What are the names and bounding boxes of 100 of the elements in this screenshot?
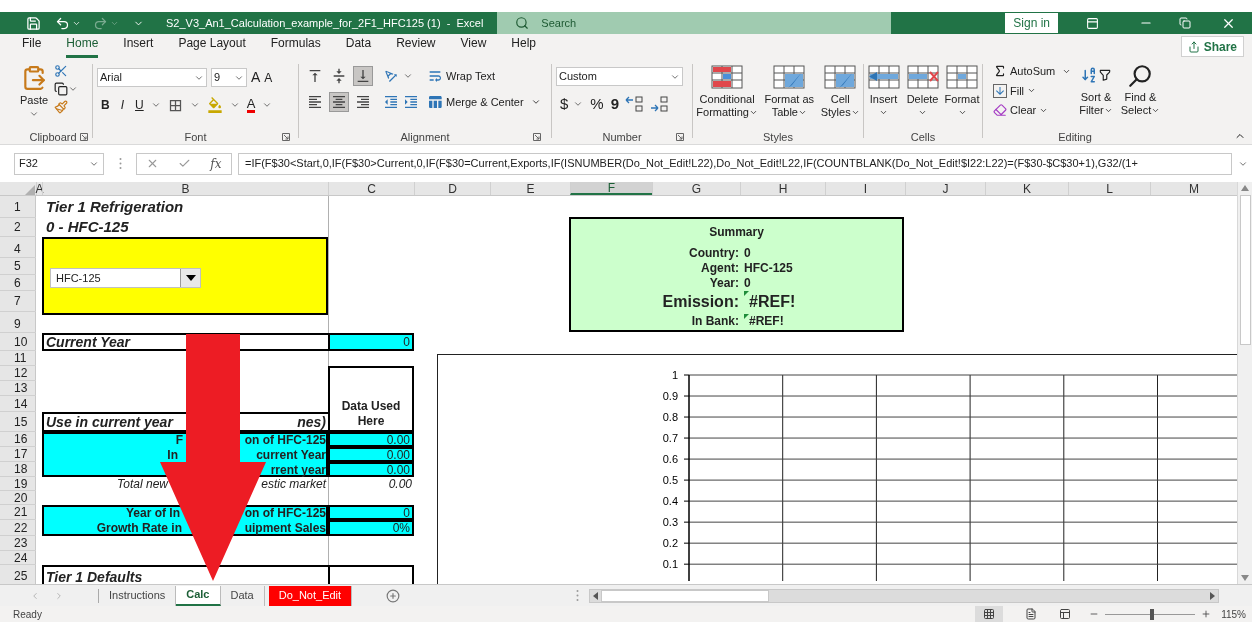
row-header[interactable]: 16 <box>0 432 36 447</box>
sort-filter-button[interactable]: Sort & Filter <box>1079 63 1113 130</box>
row-header[interactable]: 2 <box>0 218 36 237</box>
style-button[interactable]: Conditional Formatting <box>696 64 758 130</box>
comma-style-button[interactable]: 9 <box>610 93 620 116</box>
paste-button[interactable]: Paste <box>20 64 49 130</box>
dialog-launcher-icon[interactable] <box>282 133 290 141</box>
row-header[interactable]: 1 <box>0 196 36 218</box>
page-layout-view-icon[interactable] <box>1025 608 1038 620</box>
row-header[interactable]: 18 <box>0 462 36 477</box>
row-header[interactable]: 7 <box>0 291 36 312</box>
formula-field[interactable]: =IF(F$30<Start,0,IF(F$30>Current,0,IF(F$30=Current,Exports,IF(ISNUMBER(Do_Not_Edit!L22),Do_Not_Edit!L22,IF(COUNTBLANK(Do_Not_Edit!$I22:L22)=(F$30-$C$30+1),G32/(1+ <box>238 152 1232 175</box>
row-header[interactable]: 13 <box>0 381 36 396</box>
column-header[interactable]: L <box>1068 182 1150 195</box>
row-header[interactable]: 4 <box>0 240 36 258</box>
name-box[interactable]: F32 <box>14 152 104 175</box>
style-button[interactable]: Cell Styles <box>820 64 860 130</box>
column-header[interactable]: K <box>985 182 1068 195</box>
autosum-button[interactable]: AutoSum <box>993 63 1072 80</box>
decrease-decimal-icon[interactable] <box>649 95 670 114</box>
add-sheet-icon[interactable] <box>386 588 401 603</box>
decrease-font-button[interactable]: A <box>264 68 273 87</box>
save-icon[interactable] <box>26 15 41 31</box>
row-header[interactable]: 5 <box>0 258 36 275</box>
font-size-dropdown[interactable]: 9 <box>211 68 247 87</box>
scrollbar-thumb[interactable] <box>1239 195 1251 345</box>
scrollbar-thumb[interactable] <box>601 589 770 602</box>
dialog-launcher-icon[interactable] <box>80 133 88 141</box>
ribbon-display-icon[interactable] <box>1086 16 1099 30</box>
column-header[interactable]: D <box>414 182 490 195</box>
menu-tab[interactable]: Insert <box>123 34 154 58</box>
menu-tab[interactable]: Data <box>345 34 372 58</box>
percent-button[interactable]: % <box>590 93 604 116</box>
cells-button[interactable]: Delete <box>905 64 940 130</box>
row-header[interactable]: 11 <box>0 351 36 366</box>
menu-tab[interactable]: Review <box>396 34 436 58</box>
menu-tab[interactable]: Page Layout <box>178 34 246 58</box>
column-header[interactable]: G <box>652 182 740 195</box>
align-center-icon[interactable] <box>329 92 349 112</box>
clear-button[interactable]: Clear <box>993 102 1072 119</box>
scroll-left-icon[interactable] <box>593 591 599 600</box>
dialog-launcher-icon[interactable] <box>533 133 541 141</box>
column-header[interactable]: F <box>570 182 652 195</box>
align-bottom-icon[interactable] <box>353 66 373 86</box>
italic-button[interactable]: I <box>120 96 124 114</box>
page-break-view-icon[interactable] <box>1059 608 1072 620</box>
row-header[interactable]: 19 <box>0 477 36 491</box>
undo-icon[interactable] <box>55 15 70 31</box>
menu-tab[interactable]: Help <box>511 34 536 58</box>
row-header[interactable]: 15 <box>0 412 36 432</box>
find-select-button[interactable]: Find & Select <box>1120 63 1161 130</box>
column-header[interactable]: C <box>328 182 414 195</box>
row-header[interactable]: 23 <box>0 536 36 551</box>
font-name-dropdown[interactable]: Arial <box>97 68 207 87</box>
bold-button[interactable]: B <box>101 96 110 114</box>
style-button[interactable]: Format as Table <box>764 64 815 130</box>
row-header[interactable]: 14 <box>0 396 36 412</box>
zoom-in-icon[interactable] <box>1201 609 1212 619</box>
row-header[interactable]: 21 <box>0 505 36 520</box>
share-button[interactable]: Share <box>1180 36 1244 57</box>
increase-decimal-icon[interactable] <box>624 95 645 114</box>
orientation-icon[interactable] <box>383 68 399 84</box>
menu-tab[interactable]: View <box>460 34 487 58</box>
dialog-launcher-icon[interactable] <box>676 133 684 141</box>
sheet-tab[interactable]: Do_Not_Edit <box>268 585 353 606</box>
row-header[interactable]: 20 <box>0 491 36 505</box>
cells-button[interactable]: Format <box>944 64 980 130</box>
column-header[interactable]: J <box>905 182 985 195</box>
font-color-button[interactable]: A <box>246 97 256 113</box>
copy-icon[interactable] <box>54 82 69 96</box>
scroll-up-icon[interactable] <box>1241 185 1249 191</box>
decrease-indent-icon[interactable] <box>383 94 399 110</box>
wrap-text-button[interactable]: Wrap Text <box>427 68 541 85</box>
fill-color-icon[interactable] <box>206 97 223 113</box>
cells-button[interactable]: Insert <box>866 64 901 130</box>
agent-dropdown[interactable]: HFC-125 <box>50 268 201 288</box>
row-header[interactable]: 12 <box>0 366 36 381</box>
increase-font-button[interactable]: A <box>251 67 261 88</box>
cut-icon[interactable] <box>54 64 69 78</box>
menu-tab[interactable]: File <box>22 34 42 58</box>
number-format-dropdown[interactable]: Custom <box>556 67 683 86</box>
fill-button[interactable]: Fill <box>993 82 1072 99</box>
splitter-handle-icon[interactable] <box>576 589 580 602</box>
scroll-down-icon[interactable] <box>1241 575 1249 581</box>
column-header[interactable]: H <box>740 182 825 195</box>
menu-tab[interactable]: Formulas <box>270 34 321 58</box>
normal-view-button[interactable] <box>975 606 1004 622</box>
search-field[interactable]: Search <box>497 12 892 34</box>
row-header[interactable]: 6 <box>0 275 36 291</box>
enter-icon[interactable] <box>178 157 192 170</box>
underline-button[interactable]: U <box>135 96 144 114</box>
zoom-slider-thumb[interactable] <box>1149 608 1154 620</box>
currency-button[interactable]: $ <box>560 93 569 116</box>
column-header[interactable]: B <box>42 182 328 195</box>
scroll-right-icon[interactable] <box>1210 591 1216 600</box>
row-header[interactable]: 24 <box>0 551 36 565</box>
column-header[interactable]: I <box>825 182 905 195</box>
row-header[interactable]: 9 <box>0 315 36 333</box>
insert-function-button[interactable]: fx <box>210 154 222 173</box>
row-header[interactable]: 10 <box>0 333 36 351</box>
